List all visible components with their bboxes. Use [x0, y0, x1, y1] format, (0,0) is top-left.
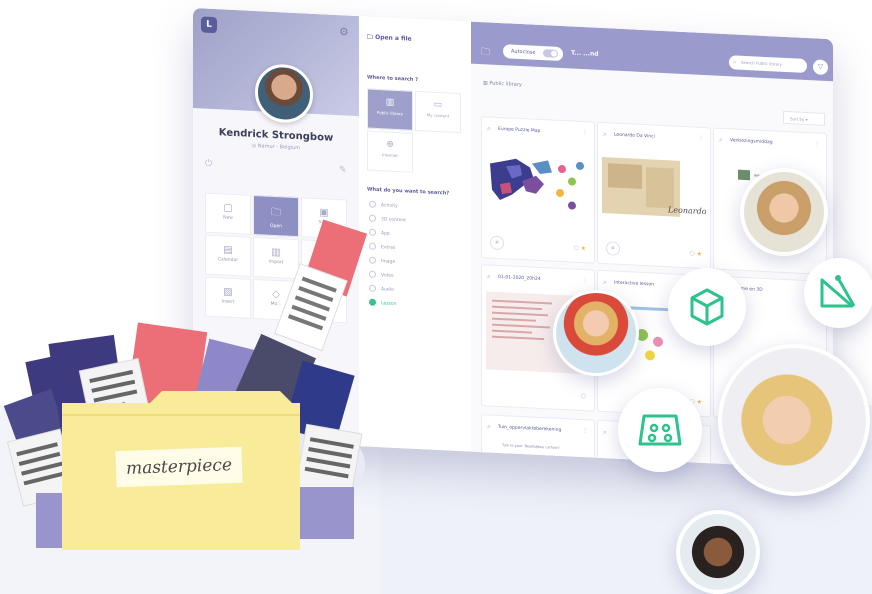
card-title: Verkiezingsmiddag — [730, 138, 773, 146]
person-bubble-man — [676, 510, 760, 594]
radio-label: App — [381, 231, 390, 237]
action-grid: ▢New 🗀Open ▣Save ▤Calendar ▥Import ▦ ▧In… — [205, 192, 349, 324]
card-actions[interactable]: ⬡ ★ — [689, 250, 702, 258]
card-title: Interactive lesson — [614, 280, 654, 288]
library-header: 🗀 Autoclose T... ...nd ⌕ Search Public li… — [471, 21, 833, 82]
interactive-board-icon — [638, 414, 682, 446]
gear-icon[interactable]: ⚙ — [339, 25, 349, 38]
cube-icon — [690, 288, 724, 326]
search-placeholder: Search Public library — [741, 59, 782, 67]
favorite-icon[interactable]: ★ — [581, 245, 586, 252]
favorite-icon[interactable]: ★ — [697, 251, 702, 258]
speech-icon: ⌕ — [487, 124, 491, 133]
menu-icon[interactable]: ⋮ — [582, 277, 588, 284]
card-actions[interactable]: ⬡ ★ — [573, 245, 586, 253]
hash-icon[interactable]: # — [606, 241, 620, 256]
radio-label: Lesson — [381, 301, 397, 307]
autoclose-toggle[interactable]: Autoclose — [503, 44, 563, 62]
sort-select[interactable]: Sort by ▾ — [783, 110, 825, 126]
card-title: 01-01-2020_20h24 — [498, 274, 541, 283]
person-bubble-woman-2 — [718, 344, 870, 496]
radio-label: Image — [381, 259, 396, 265]
new-icon: ▢ — [223, 202, 233, 214]
card-title: Leonardo Da Vinci — [614, 132, 655, 140]
open-file-title-text: Open a file — [375, 33, 412, 43]
card-note: Tuin to your 'Resetdjeeu cartoon' — [502, 443, 560, 450]
where-question: Where to search ? — [367, 74, 419, 84]
europe-map-thumbnail — [486, 143, 590, 227]
globe-icon: ⊕ — [386, 139, 394, 150]
card-actions[interactable]: ⬡ — [581, 393, 586, 400]
breadcrumb[interactable]: ▥ Public library — [483, 80, 522, 88]
speech-icon: ⌕ — [603, 428, 607, 437]
option-my-content[interactable]: ▭ My content — [415, 90, 461, 134]
radio-label: Extras — [381, 245, 396, 251]
radio-label: 3D content — [381, 217, 406, 224]
toggle-switch[interactable] — [543, 49, 558, 58]
app-logo[interactable]: L — [201, 16, 217, 34]
option-internet[interactable]: ⊕ Internet — [367, 130, 413, 173]
menu-icon[interactable]: ⋮ — [582, 129, 588, 136]
library-title: T... ...nd — [571, 49, 599, 58]
folder-label: masterpiece — [115, 446, 243, 488]
option-label: Public library — [377, 109, 403, 117]
search-input[interactable]: ⌕ Search Public library — [729, 55, 807, 74]
leonardo-thumbnail: Leonardo Da V — [602, 149, 706, 233]
radio-label: Video — [381, 273, 394, 279]
speech-icon: ⌕ — [603, 278, 607, 287]
geometry-tools-icon — [820, 275, 856, 308]
search-icon: ⌕ — [733, 58, 737, 66]
what-question: What do you want to search? — [367, 186, 450, 197]
content-icon: ▭ — [433, 99, 443, 111]
card-leonardo[interactable]: ⌕ Leonardo Da Vinci ⋮ Leonardo Da V ⬡ ★ … — [597, 121, 711, 270]
favorite-icon[interactable]: ★ — [697, 399, 702, 406]
speech-icon: ⌕ — [603, 130, 607, 139]
menu-icon[interactable]: ⋮ — [582, 427, 588, 434]
menu-icon[interactable]: ⋮ — [698, 135, 704, 142]
radio-label: Audio — [381, 287, 394, 293]
person-bubble-teacher — [553, 290, 639, 376]
hash-icon[interactable]: # — [490, 235, 504, 251]
type-radio-activity[interactable]: Activity — [369, 200, 398, 210]
edit-icon[interactable]: ✎ — [339, 165, 347, 175]
device-bubble — [618, 388, 702, 472]
cube-bubble — [668, 268, 746, 346]
breadcrumb-text: Public library — [489, 80, 522, 89]
profile-location-text: Namur - Belgium — [257, 143, 301, 152]
option-label: Internet — [382, 152, 398, 159]
option-label: My content — [426, 112, 450, 119]
power-icon[interactable]: ⏻ — [205, 159, 212, 169]
autoclose-label: Autoclose — [511, 48, 536, 56]
card-title: Europe Puzzle Map — [498, 126, 541, 134]
radio-label: Activity — [381, 203, 398, 210]
card-title: Tuin_oppervlakteberekening — [498, 424, 562, 434]
library-icon: ▥ — [385, 97, 395, 108]
filter-icon[interactable]: ▽ — [813, 59, 828, 76]
person-bubble-woman-1 — [740, 168, 828, 256]
speech-icon: ⌕ — [487, 422, 491, 431]
sort-label: Sort by — [790, 116, 805, 122]
option-public-library[interactable]: ▥ Public library — [367, 88, 413, 131]
folder-illustration — [3, 219, 368, 550]
speech-icon: ⌕ — [719, 135, 723, 144]
geometry-bubble — [804, 258, 872, 328]
open-file-title: 🗀 Open a file — [367, 33, 412, 43]
card-europe-puzzle[interactable]: ⌕ Europe Puzzle Map ⋮ ⬡ ★ # — [481, 116, 595, 264]
speech-icon: ⌕ — [487, 272, 491, 281]
menu-icon[interactable]: ⋮ — [814, 140, 820, 147]
folder-icon: 🗀 — [481, 47, 491, 58]
